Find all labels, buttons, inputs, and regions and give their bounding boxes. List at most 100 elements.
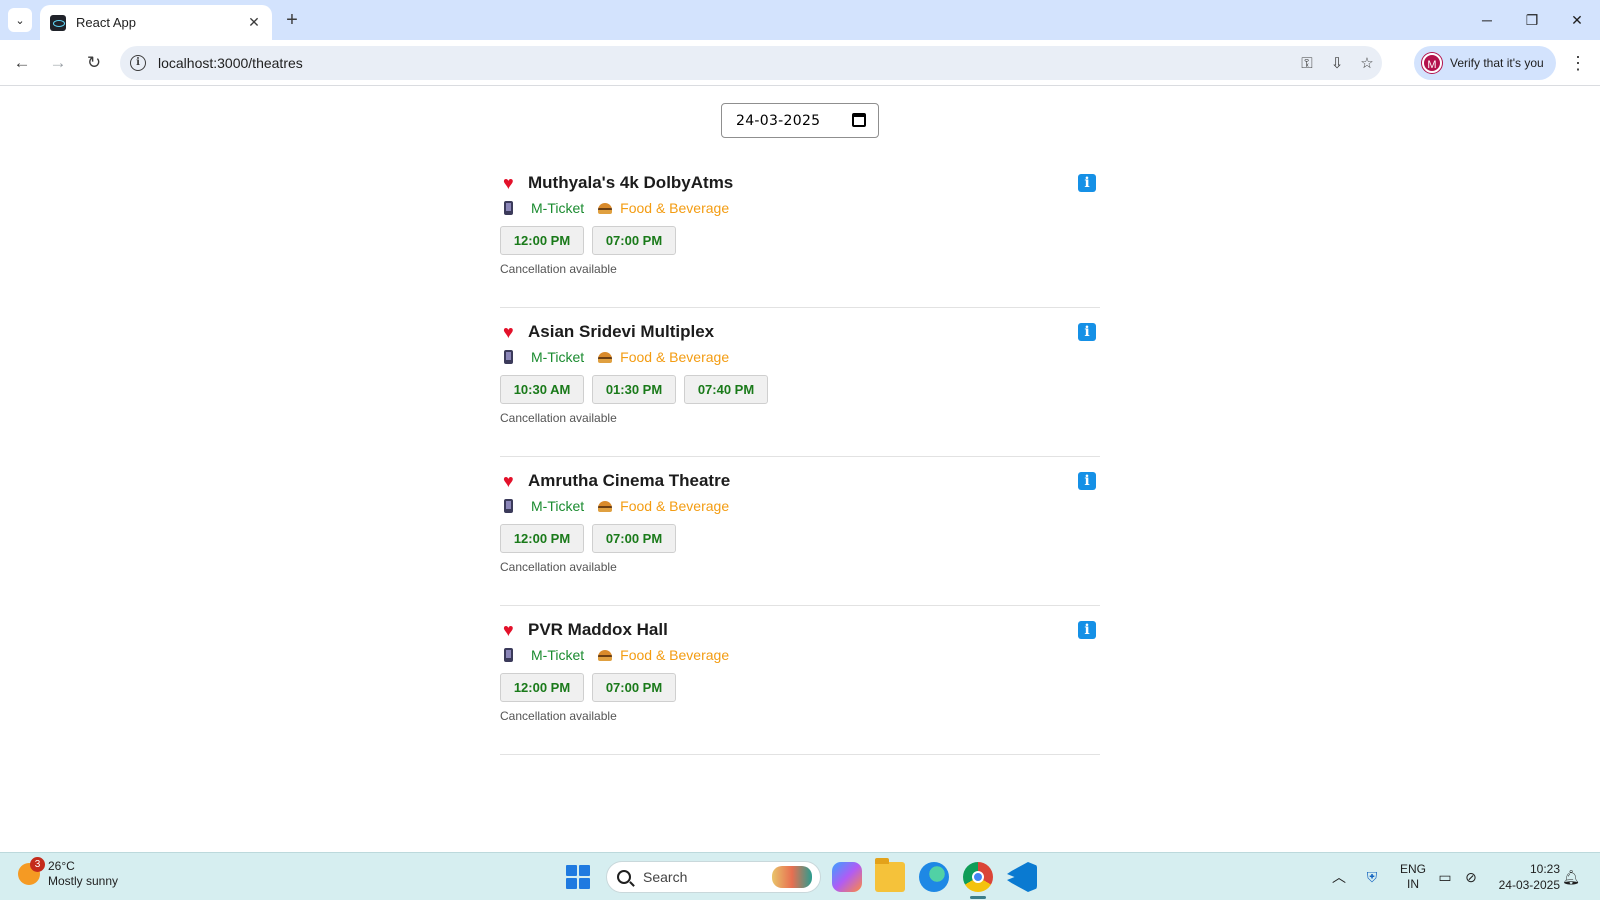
copilot-icon[interactable]: [832, 862, 862, 892]
theatre-info-icon[interactable]: i: [1078, 472, 1096, 490]
favorite-heart-icon[interactable]: ♥: [503, 472, 521, 490]
theatre-info-icon[interactable]: i: [1078, 174, 1096, 192]
browser-menu-icon[interactable]: ⋮: [1568, 50, 1588, 76]
system-clock[interactable]: 10:23 24-03-2025: [1490, 853, 1560, 901]
calendar-icon[interactable]: [852, 113, 866, 127]
showtime-button[interactable]: 07:00 PM: [592, 226, 676, 255]
file-explorer-icon[interactable]: [875, 858, 905, 892]
notification-badge: 3: [30, 857, 45, 872]
theatres-page: 24-03-2025 ♥ Muthyala's 4k DolbyAtms i M…: [0, 87, 1600, 852]
browser-toolbar: ← → ↻ i localhost:3000/theatres ⚿ ⇩ ☆ M …: [0, 40, 1600, 86]
theatre-card: ♥ Asian Sridevi Multiplex i M-Ticket Foo…: [500, 308, 1100, 457]
cancellation-note: Cancellation available: [500, 709, 617, 723]
address-bar[interactable]: i localhost:3000/theatres ⚿ ⇩ ☆: [120, 46, 1382, 80]
food-beverage-label: Food & Beverage: [620, 349, 730, 365]
search-icon: [617, 870, 631, 884]
mobile-ticket-icon: [504, 201, 513, 215]
taskbar-search[interactable]: Search: [606, 861, 821, 893]
theatre-name: Amrutha Cinema Theatre: [528, 471, 731, 490]
weather-temperature: 26°C: [48, 859, 75, 873]
verify-label: Verify that it's you: [1450, 56, 1544, 70]
burger-icon: [598, 202, 613, 214]
weather-description: Mostly sunny: [48, 874, 119, 888]
new-tab-button[interactable]: +: [280, 9, 304, 33]
profile-verify-button[interactable]: M Verify that it's you: [1414, 46, 1556, 80]
showtime-button[interactable]: 12:00 PM: [500, 524, 584, 553]
clock-time: 10:23: [1529, 862, 1560, 876]
windows-start-icon[interactable]: [566, 865, 590, 889]
favorite-heart-icon[interactable]: ♥: [503, 621, 521, 639]
vscode-icon[interactable]: [1007, 862, 1037, 892]
edge-browser-icon[interactable]: [919, 862, 949, 892]
address-url[interactable]: localhost:3000/theatres: [158, 55, 1292, 71]
search-label: Search: [643, 869, 688, 885]
notification-bell-icon[interactable]: 🔔︎: [1562, 868, 1580, 886]
input-language[interactable]: ENG IN: [1398, 853, 1428, 901]
language-code: ENG: [1399, 862, 1426, 876]
cancellation-note: Cancellation available: [500, 411, 617, 425]
network-icon[interactable]: ▭: [1436, 868, 1454, 886]
tab-search-button[interactable]: ⌄: [8, 8, 32, 32]
minimize-window-icon[interactable]: ─: [1475, 8, 1499, 32]
cancellation-note: Cancellation available: [500, 262, 617, 276]
tab-title: React App: [76, 15, 136, 30]
show-hidden-icons-chevron-icon[interactable]: ︿: [1330, 868, 1348, 886]
theatre-name: Muthyala's 4k DolbyAtms: [528, 173, 734, 192]
theatre-name: PVR Maddox Hall: [528, 620, 668, 639]
weather-widget[interactable]: 3 26°C Mostly sunny: [18, 857, 119, 889]
mobile-ticket-icon: [504, 350, 513, 364]
theatre-list: ♥ Muthyala's 4k DolbyAtms i M-Ticket Foo…: [500, 159, 1100, 755]
food-beverage-label: Food & Beverage: [620, 647, 730, 663]
theatre-card: ♥ Amrutha Cinema Theatre i M-Ticket Food…: [500, 457, 1100, 606]
back-arrow-icon[interactable]: ←: [9, 50, 35, 76]
showtime-button[interactable]: 12:00 PM: [500, 226, 584, 255]
showtime-button[interactable]: 07:00 PM: [592, 524, 676, 553]
showtime-button[interactable]: 01:30 PM: [592, 375, 676, 404]
forward-arrow-icon[interactable]: →: [45, 50, 71, 76]
sun-icon: 3: [18, 857, 45, 885]
site-info-icon[interactable]: i: [130, 55, 146, 71]
chrome-browser-icon[interactable]: [963, 862, 993, 899]
install-app-icon[interactable]: ⇩: [1322, 54, 1352, 72]
showtime-button[interactable]: 07:00 PM: [592, 673, 676, 702]
react-favicon-icon: [50, 14, 66, 31]
showtime-button[interactable]: 12:00 PM: [500, 673, 584, 702]
date-value: 24-03-2025: [736, 112, 821, 129]
m-ticket-label: M-Ticket: [531, 200, 585, 216]
favorite-heart-icon[interactable]: ♥: [503, 174, 521, 192]
close-window-icon[interactable]: ✕: [1565, 8, 1589, 32]
showtime-button[interactable]: 10:30 AM: [500, 375, 584, 404]
profile-avatar: M: [1422, 53, 1442, 73]
showtime-button[interactable]: 07:40 PM: [684, 375, 768, 404]
browser-tab-strip: ⌄ React App ✕ + ─ ❐ ✕: [0, 0, 1600, 40]
burger-icon: [598, 351, 613, 363]
theatre-name: Asian Sridevi Multiplex: [528, 322, 715, 341]
volume-muted-icon[interactable]: ⊘: [1462, 868, 1480, 886]
windows-taskbar: 3 26°C Mostly sunny Search ︿ ⛨ ENG IN ▭ …: [0, 852, 1600, 900]
cancellation-note: Cancellation available: [500, 560, 617, 574]
theatre-info-icon[interactable]: i: [1078, 621, 1096, 639]
bookmark-star-icon[interactable]: ☆: [1352, 54, 1382, 72]
mobile-ticket-icon: [504, 499, 513, 513]
food-beverage-label: Food & Beverage: [620, 498, 730, 514]
favorite-heart-icon[interactable]: ♥: [503, 323, 521, 341]
burger-icon: [598, 649, 613, 661]
m-ticket-label: M-Ticket: [531, 647, 585, 663]
burger-icon: [598, 500, 613, 512]
close-tab-icon[interactable]: ✕: [246, 14, 262, 31]
mobile-ticket-icon: [504, 648, 513, 662]
date-picker-input[interactable]: 24-03-2025: [721, 103, 879, 138]
m-ticket-label: M-Ticket: [531, 349, 585, 365]
m-ticket-label: M-Ticket: [531, 498, 585, 514]
theatre-info-icon[interactable]: i: [1078, 323, 1096, 341]
restore-window-icon[interactable]: ❐: [1520, 8, 1544, 32]
region-code: IN: [1407, 877, 1419, 891]
food-beverage-label: Food & Beverage: [620, 200, 730, 216]
tab-react-app[interactable]: React App ✕: [40, 5, 272, 40]
theatre-card: ♥ PVR Maddox Hall i M-Ticket Food & Beve…: [500, 606, 1100, 755]
theatre-card: ♥ Muthyala's 4k DolbyAtms i M-Ticket Foo…: [500, 159, 1100, 308]
security-shield-icon[interactable]: ⛨: [1363, 868, 1381, 886]
password-key-icon[interactable]: ⚿: [1292, 55, 1322, 72]
search-highlight-icon: [772, 866, 812, 888]
reload-icon[interactable]: ↻: [81, 50, 107, 76]
